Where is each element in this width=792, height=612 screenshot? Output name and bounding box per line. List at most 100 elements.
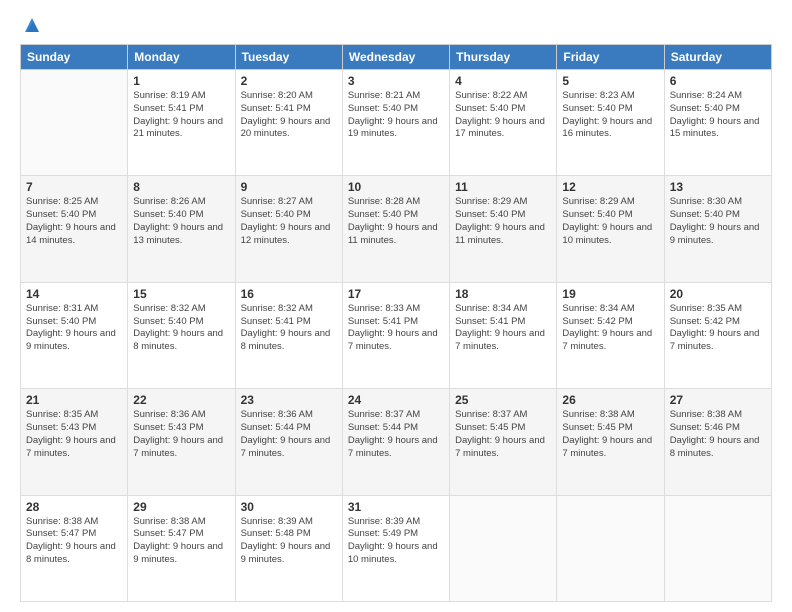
calendar-cell: 5 Sunrise: 8:23 AMSunset: 5:40 PMDaylight… bbox=[557, 70, 664, 176]
calendar-cell: 14 Sunrise: 8:31 AMSunset: 5:40 PMDayligh… bbox=[21, 282, 128, 388]
calendar-week-row: 21 Sunrise: 8:35 AMSunset: 5:43 PMDayligh… bbox=[21, 389, 772, 495]
calendar-cell: 12 Sunrise: 8:29 AMSunset: 5:40 PMDayligh… bbox=[557, 176, 664, 282]
day-number: 23 bbox=[241, 393, 337, 407]
calendar-cell: 15 Sunrise: 8:32 AMSunset: 5:40 PMDayligh… bbox=[128, 282, 235, 388]
day-number: 14 bbox=[26, 287, 122, 301]
calendar-header-row: SundayMondayTuesdayWednesdayThursdayFrid… bbox=[21, 45, 772, 70]
calendar-week-row: 14 Sunrise: 8:31 AMSunset: 5:40 PMDayligh… bbox=[21, 282, 772, 388]
calendar-cell bbox=[557, 495, 664, 601]
calendar-cell: 27Sunrise: 8:38 AMSunset: 5:46 PMDayligh… bbox=[664, 389, 771, 495]
calendar-cell: 18 Sunrise: 8:34 AMSunset: 5:41 PMDayligh… bbox=[450, 282, 557, 388]
page: SundayMondayTuesdayWednesdayThursdayFrid… bbox=[0, 0, 792, 612]
day-info: Sunrise: 8:23 AMSunset: 5:40 PMDaylight:… bbox=[562, 90, 658, 141]
day-info: Sunrise: 8:20 AMSunset: 5:41 PMDaylight:… bbox=[241, 90, 337, 141]
day-info: Sunrise: 8:24 AMSunset: 5:40 PMDaylight:… bbox=[670, 90, 766, 141]
day-info: Sunrise: 8:34 AMSunset: 5:42 PMDaylight:… bbox=[562, 303, 658, 354]
day-number: 20 bbox=[670, 287, 766, 301]
calendar-cell: 6 Sunrise: 8:24 AMSunset: 5:40 PMDaylight… bbox=[664, 70, 771, 176]
day-info: Sunrise: 8:28 AMSunset: 5:40 PMDaylight:… bbox=[348, 196, 444, 247]
day-info: Sunrise: 8:37 AMSunset: 5:45 PMDaylight:… bbox=[455, 409, 551, 460]
calendar-cell: 2 Sunrise: 8:20 AMSunset: 5:41 PMDaylight… bbox=[235, 70, 342, 176]
calendar-cell: 17 Sunrise: 8:33 AMSunset: 5:41 PMDayligh… bbox=[342, 282, 449, 388]
calendar-cell: 3 Sunrise: 8:21 AMSunset: 5:40 PMDaylight… bbox=[342, 70, 449, 176]
day-info: Sunrise: 8:36 AMSunset: 5:43 PMDaylight:… bbox=[133, 409, 229, 460]
day-info: Sunrise: 8:35 AMSunset: 5:43 PMDaylight:… bbox=[26, 409, 122, 460]
day-info: Sunrise: 8:39 AMSunset: 5:49 PMDaylight:… bbox=[348, 516, 444, 567]
day-info: Sunrise: 8:29 AMSunset: 5:40 PMDaylight:… bbox=[455, 196, 551, 247]
day-info: Sunrise: 8:30 AMSunset: 5:40 PMDaylight:… bbox=[670, 196, 766, 247]
calendar-cell bbox=[21, 70, 128, 176]
calendar-cell: 11Sunrise: 8:29 AMSunset: 5:40 PMDayligh… bbox=[450, 176, 557, 282]
calendar-cell: 10 Sunrise: 8:28 AMSunset: 5:40 PMDayligh… bbox=[342, 176, 449, 282]
calendar-cell: 24 Sunrise: 8:37 AMSunset: 5:44 PMDayligh… bbox=[342, 389, 449, 495]
calendar-cell: 7Sunrise: 8:25 AMSunset: 5:40 PMDaylight… bbox=[21, 176, 128, 282]
day-info: Sunrise: 8:21 AMSunset: 5:40 PMDaylight:… bbox=[348, 90, 444, 141]
day-info: Sunrise: 8:39 AMSunset: 5:48 PMDaylight:… bbox=[241, 516, 337, 567]
day-number: 25 bbox=[455, 393, 551, 407]
day-number: 22 bbox=[133, 393, 229, 407]
calendar-week-row: 7Sunrise: 8:25 AMSunset: 5:40 PMDaylight… bbox=[21, 176, 772, 282]
day-number: 2 bbox=[241, 74, 337, 88]
calendar-cell: 30 Sunrise: 8:39 AMSunset: 5:48 PMDayligh… bbox=[235, 495, 342, 601]
calendar-cell: 8 Sunrise: 8:26 AMSunset: 5:40 PMDaylight… bbox=[128, 176, 235, 282]
day-info: Sunrise: 8:32 AMSunset: 5:40 PMDaylight:… bbox=[133, 303, 229, 354]
day-header-saturday: Saturday bbox=[664, 45, 771, 70]
day-number: 12 bbox=[562, 180, 658, 194]
day-info: Sunrise: 8:38 AMSunset: 5:47 PMDaylight:… bbox=[133, 516, 229, 567]
day-number: 5 bbox=[562, 74, 658, 88]
day-header-monday: Monday bbox=[128, 45, 235, 70]
day-header-friday: Friday bbox=[557, 45, 664, 70]
calendar-cell: 25 Sunrise: 8:37 AMSunset: 5:45 PMDayligh… bbox=[450, 389, 557, 495]
calendar-table: SundayMondayTuesdayWednesdayThursdayFrid… bbox=[20, 44, 772, 602]
day-number: 17 bbox=[348, 287, 444, 301]
day-header-sunday: Sunday bbox=[21, 45, 128, 70]
calendar-cell: 31 Sunrise: 8:39 AMSunset: 5:49 PMDayligh… bbox=[342, 495, 449, 601]
day-info: Sunrise: 8:26 AMSunset: 5:40 PMDaylight:… bbox=[133, 196, 229, 247]
day-number: 21 bbox=[26, 393, 122, 407]
calendar-cell: 4 Sunrise: 8:22 AMSunset: 5:40 PMDaylight… bbox=[450, 70, 557, 176]
calendar-cell: 29 Sunrise: 8:38 AMSunset: 5:47 PMDayligh… bbox=[128, 495, 235, 601]
day-header-wednesday: Wednesday bbox=[342, 45, 449, 70]
day-info: Sunrise: 8:19 AMSunset: 5:41 PMDaylight:… bbox=[133, 90, 229, 141]
day-number: 4 bbox=[455, 74, 551, 88]
day-info: Sunrise: 8:37 AMSunset: 5:44 PMDaylight:… bbox=[348, 409, 444, 460]
day-number: 31 bbox=[348, 500, 444, 514]
calendar-cell: 19 Sunrise: 8:34 AMSunset: 5:42 PMDayligh… bbox=[557, 282, 664, 388]
day-number: 6 bbox=[670, 74, 766, 88]
day-info: Sunrise: 8:34 AMSunset: 5:41 PMDaylight:… bbox=[455, 303, 551, 354]
day-info: Sunrise: 8:29 AMSunset: 5:40 PMDaylight:… bbox=[562, 196, 658, 247]
calendar-cell: 21 Sunrise: 8:35 AMSunset: 5:43 PMDayligh… bbox=[21, 389, 128, 495]
calendar-cell: 22 Sunrise: 8:36 AMSunset: 5:43 PMDayligh… bbox=[128, 389, 235, 495]
day-info: Sunrise: 8:33 AMSunset: 5:41 PMDaylight:… bbox=[348, 303, 444, 354]
day-info: Sunrise: 8:35 AMSunset: 5:42 PMDaylight:… bbox=[670, 303, 766, 354]
calendar-cell: 20 Sunrise: 8:35 AMSunset: 5:42 PMDayligh… bbox=[664, 282, 771, 388]
day-info: Sunrise: 8:36 AMSunset: 5:44 PMDaylight:… bbox=[241, 409, 337, 460]
day-number: 28 bbox=[26, 500, 122, 514]
day-number: 10 bbox=[348, 180, 444, 194]
calendar-cell: 1Sunrise: 8:19 AMSunset: 5:41 PMDaylight… bbox=[128, 70, 235, 176]
day-number: 9 bbox=[241, 180, 337, 194]
day-info: Sunrise: 8:32 AMSunset: 5:41 PMDaylight:… bbox=[241, 303, 337, 354]
logo-icon bbox=[21, 14, 43, 36]
day-number: 19 bbox=[562, 287, 658, 301]
calendar-week-row: 1Sunrise: 8:19 AMSunset: 5:41 PMDaylight… bbox=[21, 70, 772, 176]
calendar-week-row: 28 Sunrise: 8:38 AMSunset: 5:47 PMDayligh… bbox=[21, 495, 772, 601]
day-number: 27 bbox=[670, 393, 766, 407]
day-number: 15 bbox=[133, 287, 229, 301]
day-number: 30 bbox=[241, 500, 337, 514]
day-number: 18 bbox=[455, 287, 551, 301]
calendar-cell bbox=[664, 495, 771, 601]
calendar-cell: 26Sunrise: 8:38 AMSunset: 5:45 PMDayligh… bbox=[557, 389, 664, 495]
day-number: 29 bbox=[133, 500, 229, 514]
day-number: 24 bbox=[348, 393, 444, 407]
day-number: 26 bbox=[562, 393, 658, 407]
calendar-cell: 16 Sunrise: 8:32 AMSunset: 5:41 PMDayligh… bbox=[235, 282, 342, 388]
day-number: 3 bbox=[348, 74, 444, 88]
day-number: 8 bbox=[133, 180, 229, 194]
day-info: Sunrise: 8:22 AMSunset: 5:40 PMDaylight:… bbox=[455, 90, 551, 141]
calendar-cell: 9Sunrise: 8:27 AMSunset: 5:40 PMDaylight… bbox=[235, 176, 342, 282]
day-number: 16 bbox=[241, 287, 337, 301]
day-number: 7 bbox=[26, 180, 122, 194]
calendar-cell: 28Sunrise: 8:38 AMSunset: 5:47 PMDayligh… bbox=[21, 495, 128, 601]
day-info: Sunrise: 8:31 AMSunset: 5:40 PMDaylight:… bbox=[26, 303, 122, 354]
